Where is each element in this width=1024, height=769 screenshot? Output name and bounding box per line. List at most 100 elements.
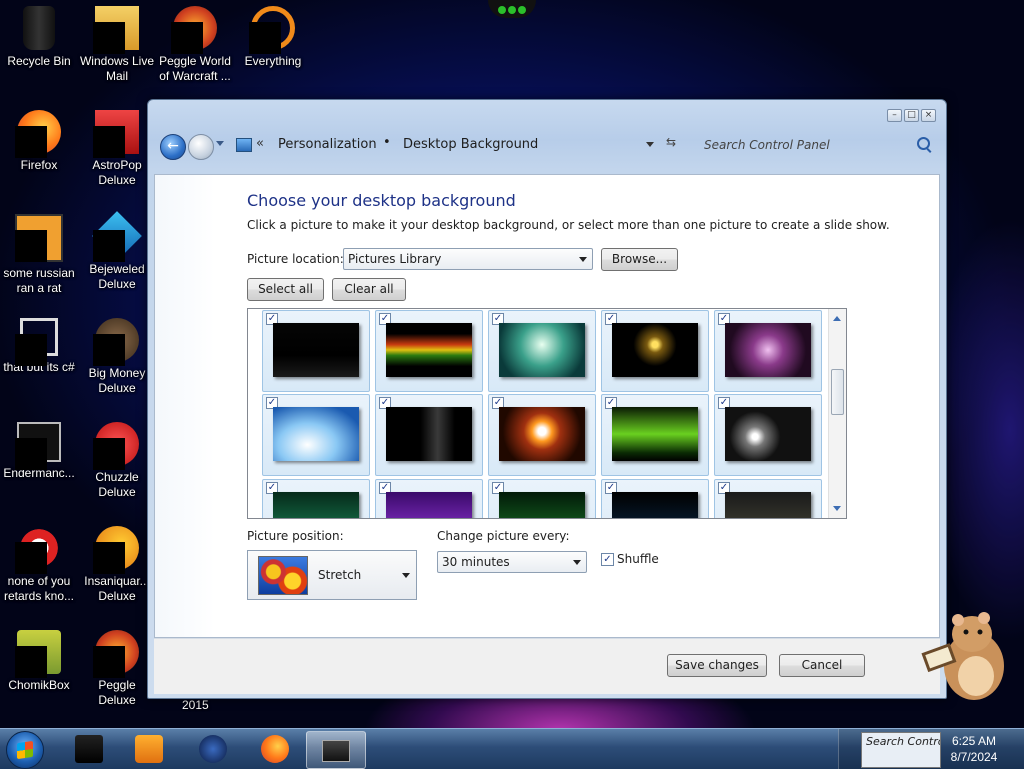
- redaction-block: [15, 646, 47, 678]
- picture-tile[interactable]: ✓: [375, 479, 483, 518]
- shuffle-checkbox[interactable]: ✓: [601, 553, 614, 566]
- redaction-block: [15, 126, 47, 158]
- control-panel-icon: [322, 740, 350, 762]
- redaction-block: [93, 22, 125, 54]
- recycle-bin-icon: [75, 735, 103, 763]
- picture-tile[interactable]: ✓: [375, 310, 483, 392]
- icon-label: AstroPop Deluxe: [92, 158, 142, 187]
- search-icon[interactable]: [917, 137, 930, 150]
- taskbar-app-button[interactable]: [184, 731, 242, 767]
- picture-tile[interactable]: ✓: [601, 479, 709, 518]
- picture-tile[interactable]: ✓: [262, 310, 370, 392]
- taskbar: Search Control 6:25 AM 8/7/2024: [0, 728, 1024, 769]
- picture-tile[interactable]: ✓: [375, 394, 483, 476]
- picture-tile[interactable]: ✓: [262, 394, 370, 476]
- picture-position-select[interactable]: Stretch: [247, 550, 417, 600]
- navigation-bar: ← « Personalization • Desktop Background…: [158, 130, 936, 162]
- page-title: Choose your desktop background: [247, 191, 516, 210]
- scroll-up-arrow-icon[interactable]: [833, 316, 841, 321]
- browse-button[interactable]: Browse...: [601, 248, 678, 271]
- forward-button[interactable]: [188, 134, 214, 160]
- scroll-down-arrow-icon[interactable]: [833, 506, 841, 511]
- wallpaper-thumbnail: [273, 323, 359, 377]
- taskbar-app-button[interactable]: [120, 731, 178, 767]
- wallpaper-thumbnail: [499, 492, 585, 518]
- taskbar-clock[interactable]: 6:25 AM 8/7/2024: [939, 733, 1009, 765]
- chevron-icon[interactable]: «: [256, 136, 264, 151]
- back-button[interactable]: ←: [160, 134, 186, 160]
- picture-tile[interactable]: ✓: [488, 479, 596, 518]
- redaction-block: [15, 334, 47, 366]
- redaction-block: [15, 542, 47, 574]
- refresh-icon[interactable]: ⇆: [666, 135, 676, 149]
- icon-label: Peggle Deluxe: [98, 678, 136, 707]
- picture-tile[interactable]: ✓: [714, 394, 822, 476]
- minimize-button[interactable]: –: [887, 109, 902, 122]
- content-pane: Choose your desktop background Click a p…: [154, 174, 940, 638]
- taskbar-app-button[interactable]: [246, 731, 304, 767]
- globe-icon: [199, 735, 227, 763]
- picture-tile[interactable]: ✓: [714, 310, 822, 392]
- redaction-block: [15, 230, 47, 262]
- search-box[interactable]: Search Control Panel: [696, 133, 938, 157]
- start-button[interactable]: [6, 731, 44, 769]
- picture-tile[interactable]: ✓: [262, 479, 370, 518]
- redaction-block: [93, 334, 125, 366]
- picture-tile[interactable]: ✓: [488, 394, 596, 476]
- chevron-down-icon: [402, 573, 410, 578]
- save-changes-button[interactable]: Save changes: [667, 654, 767, 677]
- control-panel-icon: [236, 138, 252, 152]
- gallery-scrollbar[interactable]: [828, 309, 846, 518]
- icon-label: Peggle World of Warcraft ...: [159, 54, 231, 83]
- icon-label: Everything: [244, 54, 302, 68]
- icon-label: Big Money Deluxe: [88, 366, 146, 395]
- picture-gallery[interactable]: ✓ ✓ ✓ ✓ ✓ ✓ ✓ ✓ ✓ ✓ ✓ ✓ ✓ ✓ ✓: [247, 308, 847, 519]
- picture-position-label: Picture position:: [247, 529, 344, 543]
- redaction-block: [249, 22, 281, 54]
- close-button[interactable]: ×: [921, 109, 936, 122]
- icon-label: Recycle Bin: [7, 54, 71, 68]
- taskbar-control-panel-button[interactable]: [306, 731, 366, 769]
- change-interval-select[interactable]: 30 minutes: [437, 551, 587, 573]
- icon-label: Windows Live Mail: [79, 54, 155, 83]
- address-dropdown-icon[interactable]: [646, 142, 654, 147]
- picture-location-value: Pictures Library: [348, 252, 442, 266]
- picture-location-label: Picture location:: [247, 252, 344, 266]
- hamster-desktop-pet[interactable]: [918, 604, 1010, 704]
- breadcrumb-desktop-background[interactable]: Desktop Background: [403, 137, 538, 152]
- recycle-bin-icon: [23, 6, 55, 50]
- breadcrumb-personalization[interactable]: Personalization: [278, 137, 377, 152]
- chevron-down-icon: [579, 257, 587, 262]
- recent-pages-dropdown-icon[interactable]: [216, 141, 224, 146]
- picture-tile[interactable]: ✓: [601, 394, 709, 476]
- clear-all-button[interactable]: Clear all: [332, 278, 406, 301]
- wallpaper-thumbnail: [499, 407, 585, 461]
- taskbar-app-button[interactable]: [60, 731, 118, 767]
- scroll-thumb[interactable]: [831, 369, 844, 415]
- picture-location-select[interactable]: Pictures Library: [343, 248, 593, 270]
- picture-position-value: Stretch: [318, 568, 362, 582]
- icon-label: ChomikBox: [8, 678, 70, 692]
- maximize-button[interactable]: □: [904, 109, 919, 122]
- picture-tile[interactable]: ✓: [601, 310, 709, 392]
- caption-buttons: – □ ×: [887, 109, 936, 122]
- desktop-icon-recycle-bin[interactable]: Recycle Bin: [0, 6, 78, 69]
- breadcrumb-separator[interactable]: •: [383, 135, 391, 150]
- change-picture-label: Change picture every:: [437, 529, 570, 543]
- firefox-icon: [261, 735, 289, 763]
- tray-search-preview[interactable]: Search Control: [861, 732, 941, 768]
- wallpaper-thumbnail: [612, 407, 698, 461]
- cancel-button[interactable]: Cancel: [779, 654, 865, 677]
- top-gadget: [488, 0, 536, 18]
- chevron-down-icon: [573, 560, 581, 565]
- system-tray: Search Control 6:25 AM 8/7/2024: [838, 729, 1024, 769]
- icon-label: Insaniquar... Deluxe: [84, 574, 150, 603]
- wallpaper-thumbnail: [386, 492, 472, 518]
- select-all-button[interactable]: Select all: [247, 278, 324, 301]
- redaction-block: [93, 646, 125, 678]
- picture-tile[interactable]: ✓: [714, 479, 822, 518]
- picture-tile[interactable]: ✓: [488, 310, 596, 392]
- clock-date: 8/7/2024: [950, 750, 998, 764]
- icon-label: Chuzzle Deluxe: [95, 470, 139, 499]
- address-bar[interactable]: « Personalization • Desktop Background: [228, 132, 608, 158]
